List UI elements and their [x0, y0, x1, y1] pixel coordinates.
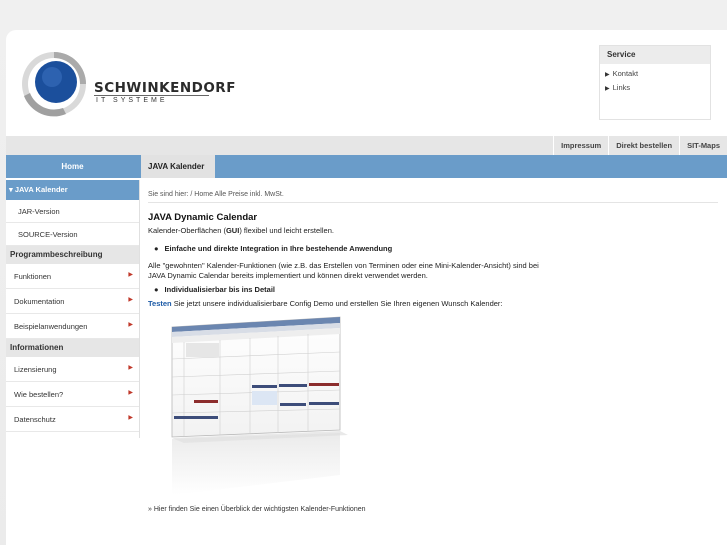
topnav-direkt-bestellen[interactable]: Direkt bestellen — [608, 136, 679, 155]
calendar-screenshot[interactable] — [164, 315, 364, 505]
logo-divider — [94, 95, 209, 96]
main-tab-bar: Home JAVA Kalender — [6, 155, 727, 178]
calendar-preview-image — [171, 316, 348, 495]
page-title: JAVA Dynamic Calendar — [148, 212, 258, 223]
logo-subtitle: IT SYSTEME — [96, 97, 168, 104]
service-box: Service ▶ Kontakt ▶ Links — [599, 45, 711, 120]
config-demo-text: Testen Sie jetzt unsere individualisierb… — [148, 299, 503, 308]
sidebar-item-java-kalender[interactable]: ▾ JAVA Kalender — [6, 180, 139, 200]
sidebar-item-jar-version[interactable]: JAR-Version — [6, 200, 139, 223]
caret-right-icon: ▶ — [128, 322, 133, 328]
company-logo[interactable]: SCHWINKENDORF IT SYSTEME — [18, 44, 235, 120]
topnav-impressum[interactable]: Impressum — [553, 136, 608, 155]
tab-home[interactable]: Home — [6, 155, 139, 178]
triangle-right-icon: ▶ — [605, 86, 610, 92]
sidebar-item-lizensierung[interactable]: Lizensierung ▶ — [6, 357, 139, 382]
sidebar: ▾ JAVA Kalender JAR-Version SOURCE-Versi… — [6, 180, 139, 432]
logo-name: SCHWINKENDORF — [94, 80, 236, 96]
feature-bullet-integration: ● Einfache und direkte Integration in Ihr… — [154, 244, 393, 253]
caret-right-icon: ▶ — [128, 415, 133, 421]
feature-description-line2: JAVA Dynamic Calendar bereits implementi… — [148, 271, 428, 280]
intro-text: Kalender-Oberflächen (GUI) flexibel und … — [148, 226, 334, 235]
triangle-right-icon: ▶ — [605, 72, 610, 78]
caret-right-icon: ▶ — [128, 365, 133, 371]
sidebar-item-funktionen[interactable]: Funktionen ▶ — [6, 264, 139, 289]
page: SCHWINKENDORF IT SYSTEME Service ▶ Kontak… — [6, 30, 727, 545]
bullet-icon: ● — [154, 285, 159, 294]
service-link-links[interactable]: ▶ Links — [600, 82, 710, 95]
sidebar-item-datenschutz[interactable]: Datenschutz ▶ — [6, 407, 139, 432]
sidebar-item-dokumentation[interactable]: Dokumentation ▶ — [6, 289, 139, 314]
caret-right-icon: ▶ — [128, 390, 133, 396]
sidebar-item-wie-bestellen[interactable]: Wie bestellen? ▶ — [6, 382, 139, 407]
caret-right-icon: ▶ — [128, 297, 133, 303]
sidebar-divider — [139, 180, 140, 438]
service-title: Service — [600, 46, 710, 64]
feature-bullet-individual: ● Individualisierbar bis ins Detail — [154, 285, 275, 294]
sidebar-item-beispielanwendungen[interactable]: Beispielanwendungen ▶ — [6, 314, 139, 339]
service-link-kontakt[interactable]: ▶ Kontakt — [600, 68, 710, 81]
main-content: Sie sind hier: / Home Alle Preise inkl. … — [148, 178, 718, 515]
top-navigation: Impressum Direkt bestellen SIT-Maps — [6, 136, 727, 155]
link-function-overview[interactable]: » Hier finden Sie einen Überblick der wi… — [148, 505, 718, 515]
breadcrumb: Sie sind hier: / Home Alle Preise inkl. … — [148, 178, 718, 203]
sidebar-section-informationen: Informationen — [6, 339, 139, 357]
sidebar-section-programmbeschreibung: Programmbeschreibung — [6, 246, 139, 264]
feature-description-line1: Alle "gewohnten" Kalender-Funktionen (wi… — [148, 261, 539, 270]
sidebar-item-source-version[interactable]: SOURCE-Version — [6, 223, 139, 246]
topnav-sit-maps[interactable]: SIT-Maps — [679, 136, 727, 155]
caret-right-icon: ▶ — [128, 272, 133, 278]
header: SCHWINKENDORF IT SYSTEME Service ▶ Kontak… — [6, 30, 727, 136]
bullet-icon: ● — [154, 244, 159, 253]
tab-java-kalender[interactable]: JAVA Kalender — [141, 155, 215, 178]
